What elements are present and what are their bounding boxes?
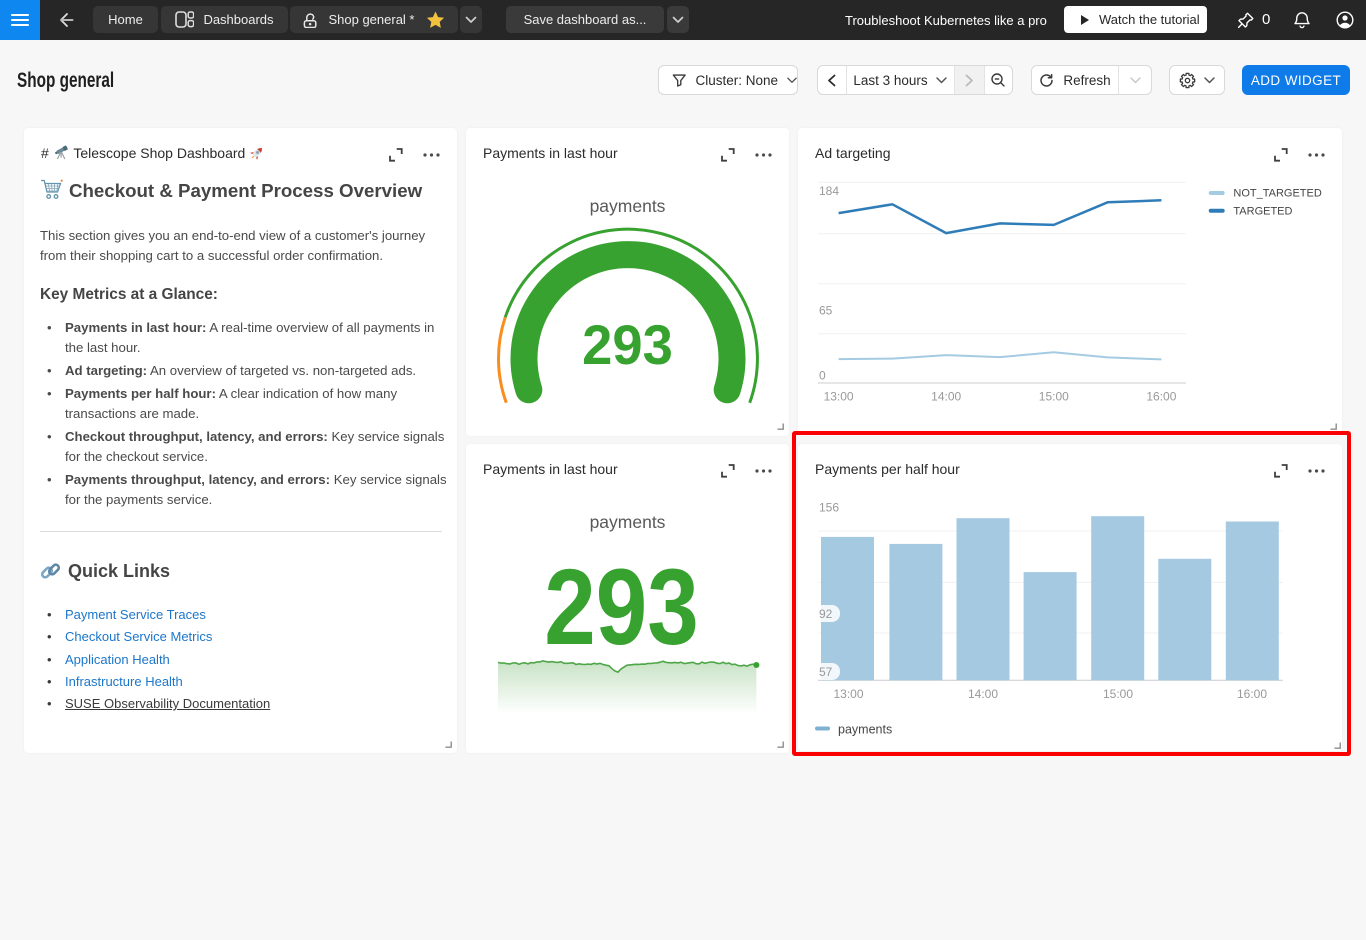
svg-text:16:00: 16:00 (1237, 687, 1267, 701)
svg-text:16:00: 16:00 (1146, 390, 1176, 404)
svg-text:TARGETED: TARGETED (1233, 205, 1292, 217)
svg-text:65: 65 (819, 304, 833, 318)
svg-text:15:00: 15:00 (1039, 390, 1069, 404)
svg-text:0: 0 (819, 369, 826, 383)
svg-text:14:00: 14:00 (968, 687, 998, 701)
svg-text:15:00: 15:00 (1103, 687, 1133, 701)
svg-text:payments: payments (838, 723, 892, 737)
svg-text:92: 92 (819, 607, 833, 621)
svg-text:13:00: 13:00 (833, 687, 863, 701)
svg-text:156: 156 (819, 501, 839, 515)
svg-text:13:00: 13:00 (824, 390, 854, 404)
svg-text:184: 184 (819, 184, 839, 198)
svg-text:57: 57 (819, 665, 833, 679)
svg-text:NOT_TARGETED: NOT_TARGETED (1233, 188, 1321, 200)
svg-text:14:00: 14:00 (931, 390, 961, 404)
